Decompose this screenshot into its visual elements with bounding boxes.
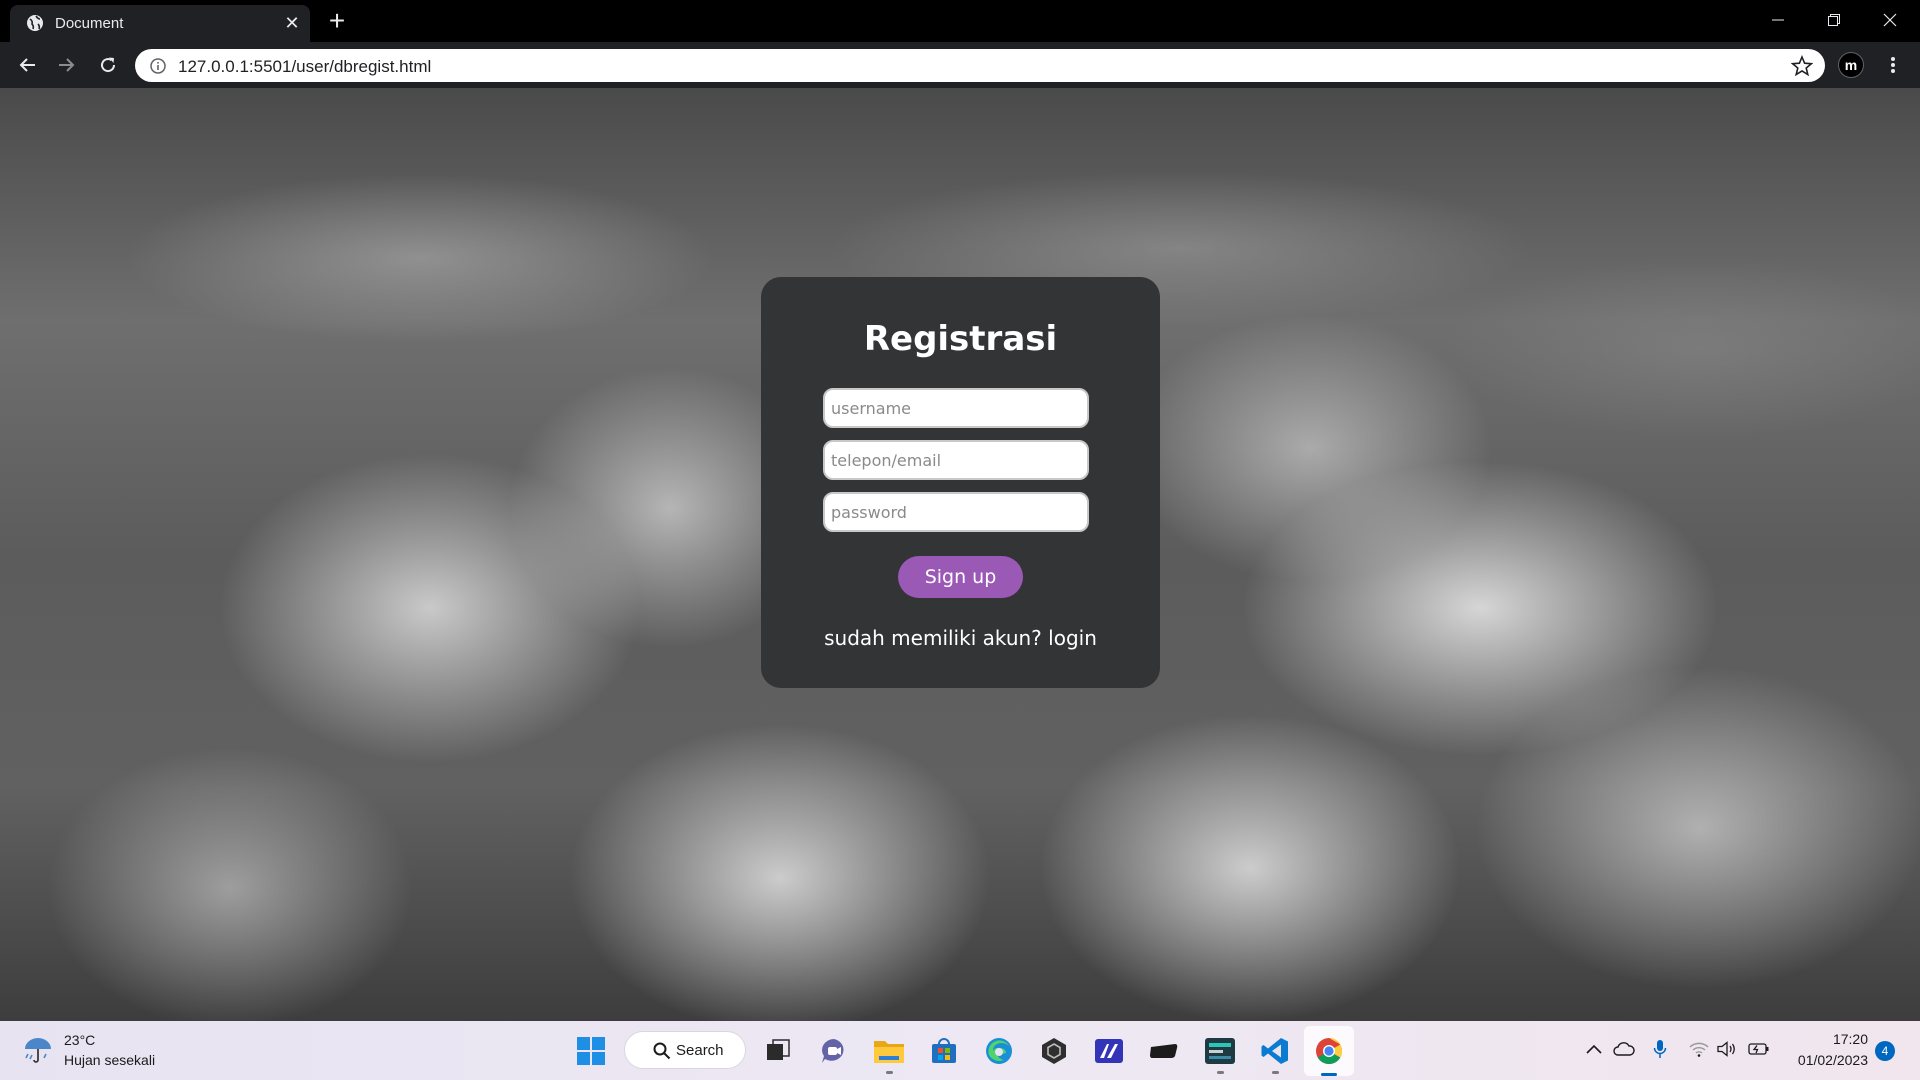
vscode-icon[interactable] bbox=[1257, 1033, 1293, 1069]
rain-umbrella-icon[interactable] bbox=[22, 1033, 54, 1065]
registration-card: Registrasi Sign up sudah memiliki akun? … bbox=[761, 277, 1160, 688]
microphone-icon[interactable] bbox=[1648, 1037, 1672, 1061]
tab-title: Document bbox=[55, 15, 124, 32]
volume-icon[interactable] bbox=[1715, 1037, 1739, 1061]
chrome-icon[interactable] bbox=[1311, 1033, 1347, 1069]
search-label: Search bbox=[676, 1042, 724, 1059]
clock-date[interactable]: 01/02/2023 bbox=[1780, 1052, 1868, 1068]
info-icon[interactable] bbox=[150, 58, 166, 74]
profile-avatar[interactable]: m bbox=[1838, 52, 1864, 78]
browser-tab-strip: Document ✕ + bbox=[0, 0, 1920, 42]
onedrive-cloud-icon[interactable] bbox=[1612, 1037, 1636, 1061]
kebab-menu-icon[interactable] bbox=[1880, 52, 1906, 78]
close-window-icon[interactable] bbox=[1862, 0, 1918, 40]
weather-temperature[interactable]: 23°C bbox=[64, 1032, 95, 1048]
search-icon bbox=[653, 1042, 671, 1060]
store-icon[interactable] bbox=[926, 1033, 962, 1069]
task-view-icon[interactable] bbox=[760, 1033, 796, 1069]
minimize-icon[interactable] bbox=[1750, 0, 1806, 40]
taskbar-search-box[interactable]: Search bbox=[624, 1031, 746, 1069]
app-icon[interactable] bbox=[1091, 1033, 1127, 1069]
close-tab-icon[interactable]: ✕ bbox=[282, 13, 302, 33]
login-prompt-text: sudah memiliki akun? bbox=[824, 626, 1042, 650]
reload-icon[interactable] bbox=[93, 50, 123, 80]
page-viewport: Registrasi Sign up sudah memiliki akun? … bbox=[0, 88, 1920, 1021]
running-indicator bbox=[1217, 1071, 1224, 1074]
chevron-up-icon[interactable] bbox=[1582, 1037, 1606, 1061]
username-input[interactable] bbox=[823, 388, 1089, 428]
active-app-indicator bbox=[1321, 1073, 1337, 1076]
weather-description[interactable]: Hujan sesekali bbox=[64, 1052, 155, 1068]
back-arrow-icon[interactable] bbox=[12, 50, 42, 80]
unity-icon[interactable] bbox=[1036, 1033, 1072, 1069]
globe-icon bbox=[27, 15, 43, 31]
browser-toolbar: 127.0.0.1:5501/user/dbregist.html m bbox=[0, 42, 1920, 88]
browser-tab[interactable]: Document ✕ bbox=[10, 5, 310, 42]
battery-charging-icon[interactable] bbox=[1747, 1037, 1771, 1061]
notification-badge[interactable]: 4 bbox=[1875, 1041, 1895, 1061]
bookmark-star-icon[interactable] bbox=[1791, 55, 1813, 77]
password-input[interactable] bbox=[823, 492, 1089, 532]
new-tab-icon[interactable]: + bbox=[326, 7, 348, 35]
address-bar[interactable]: 127.0.0.1:5501/user/dbregist.html bbox=[135, 49, 1825, 82]
phone-email-input[interactable] bbox=[823, 440, 1089, 480]
signup-button[interactable]: Sign up bbox=[898, 556, 1023, 598]
wifi-icon[interactable] bbox=[1687, 1037, 1711, 1061]
teams-chat-icon[interactable] bbox=[816, 1033, 852, 1069]
login-prompt: sudah memiliki akun? login bbox=[761, 626, 1160, 650]
registration-title: Registrasi bbox=[863, 319, 1058, 359]
restore-icon[interactable] bbox=[1806, 0, 1862, 40]
terminal-icon[interactable] bbox=[1146, 1033, 1182, 1069]
mysql-workbench-icon[interactable] bbox=[1202, 1033, 1238, 1069]
file-explorer-icon[interactable] bbox=[871, 1033, 907, 1069]
running-indicator bbox=[886, 1071, 893, 1074]
url-text: 127.0.0.1:5501/user/dbregist.html bbox=[178, 57, 432, 76]
taskbar: 23°C Hujan sesekali Search 17:20 01/02/2… bbox=[0, 1021, 1920, 1080]
edge-icon[interactable] bbox=[981, 1033, 1017, 1069]
start-icon[interactable] bbox=[573, 1033, 609, 1069]
running-indicator bbox=[1272, 1071, 1279, 1074]
clock-time[interactable]: 17:20 bbox=[1818, 1031, 1868, 1047]
forward-arrow-icon[interactable] bbox=[52, 50, 82, 80]
login-link[interactable]: login bbox=[1048, 626, 1097, 650]
